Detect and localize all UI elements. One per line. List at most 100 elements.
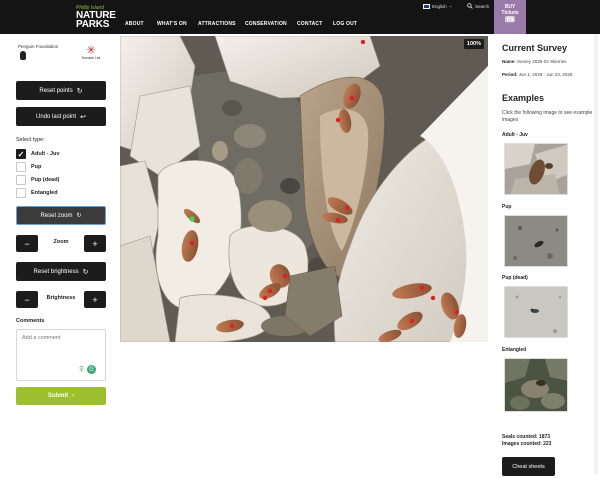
top-navigation-bar: Phillip Island NATURE PARKS ABOUT WHAT'S… bbox=[0, 0, 600, 34]
ticket-icon: 🎟 bbox=[504, 15, 516, 24]
zoom-level-badge: 100% bbox=[463, 39, 484, 49]
cheat-sheets-button[interactable]: Cheat sheets bbox=[502, 457, 555, 476]
type-label: Entangled bbox=[31, 190, 58, 196]
reset-brightness-label: Reset brightness bbox=[33, 268, 79, 275]
reset-points-label: Reset points bbox=[39, 87, 73, 94]
nav-link-log-out[interactable]: LOG OUT bbox=[333, 21, 357, 27]
examples-description: Click the following image to see example… bbox=[502, 110, 593, 123]
undo-last-point-button[interactable]: Undo last point ↩ bbox=[16, 107, 106, 126]
brightness-control: − Brightness + bbox=[16, 291, 106, 308]
reset-brightness-button[interactable]: Reset brightness ↻ bbox=[16, 262, 106, 281]
example-image-pup[interactable] bbox=[504, 215, 568, 267]
flag-icon bbox=[423, 3, 430, 9]
reset-icon: ↻ bbox=[82, 268, 89, 276]
seals-counted-value: 1873 bbox=[538, 434, 551, 440]
type-option-pup[interactable]: Pup bbox=[16, 162, 41, 172]
undo-label: Undo last point bbox=[36, 113, 77, 120]
undo-icon: ↩ bbox=[80, 113, 86, 121]
nav-link-about[interactable]: ABOUT bbox=[125, 21, 144, 27]
chevron-right-icon: › bbox=[72, 393, 75, 399]
example-label-adult-juv: Adult - Juv bbox=[502, 132, 528, 138]
survey-period: Period: Jun 1, 2026 - Jun 23, 2026 bbox=[502, 72, 572, 77]
penguin-foundation-label: Penguin Foundation bbox=[18, 44, 59, 49]
logo-line-3: PARKS bbox=[76, 19, 110, 30]
zoom-control: − Zoom + bbox=[16, 235, 106, 252]
checkbox[interactable] bbox=[16, 162, 26, 172]
example-thumbnail bbox=[505, 287, 567, 337]
reset-points-button[interactable]: Reset points ↻ bbox=[16, 81, 106, 100]
language-selector[interactable]: English ⌄ bbox=[423, 3, 453, 9]
reset-zoom-button[interactable]: Reset zoom ↻ bbox=[16, 206, 106, 225]
seals-counted-label: Seals counted: bbox=[502, 434, 538, 440]
language-label: English bbox=[432, 3, 447, 9]
example-thumbnail bbox=[505, 359, 567, 411]
brightness-up-button[interactable]: + bbox=[84, 291, 106, 308]
checkbox[interactable] bbox=[16, 188, 26, 198]
example-label-pup: Pup bbox=[502, 204, 512, 210]
zoom-out-button[interactable]: − bbox=[16, 235, 38, 252]
sponsor-logos: Penguin Foundation ✳ Monash Uni bbox=[18, 42, 113, 70]
example-label-entangled: Entangled bbox=[502, 347, 527, 353]
select-type-label: Select type: bbox=[16, 137, 45, 143]
type-option-adult-juv[interactable]: ✓ Adult - Juv bbox=[16, 149, 59, 159]
location-pin-icon: ⚲ bbox=[79, 366, 85, 373]
examples-title: Examples bbox=[502, 93, 545, 103]
survey-period-label: Period: bbox=[502, 72, 518, 77]
survey-name-value: Survey 2026-02 Skerries bbox=[517, 59, 567, 64]
survey-info-panel: Current Survey Name: Survey 2026-02 Sker… bbox=[500, 34, 600, 478]
brightness-label: Brightness bbox=[46, 295, 76, 301]
page-scrollbar[interactable] bbox=[594, 34, 598, 474]
nav-link-attractions[interactable]: ATTRACTIONS bbox=[198, 21, 236, 27]
type-option-entangled[interactable]: Entangled bbox=[16, 188, 58, 198]
submit-button[interactable]: Submit › bbox=[16, 387, 106, 405]
example-image-entangled[interactable] bbox=[504, 358, 568, 412]
example-image-pup-dead[interactable] bbox=[504, 286, 568, 338]
example-label-pup-dead: Pup (dead) bbox=[502, 275, 528, 281]
type-label: Adult - Juv bbox=[31, 151, 60, 157]
survey-period-value: Jun 1, 2026 - Jun 23, 2026 bbox=[518, 72, 573, 77]
checkbox[interactable] bbox=[16, 175, 26, 185]
reset-icon: ↻ bbox=[76, 213, 82, 219]
images-counted-value: 223 bbox=[543, 441, 552, 447]
images-counted: Images counted: 223 bbox=[502, 441, 551, 448]
comments-label: Comments bbox=[16, 318, 45, 324]
active-point-marker bbox=[189, 216, 195, 222]
monash-label: Monash Uni bbox=[81, 56, 101, 60]
checkbox-checked-icon[interactable]: ✓ bbox=[16, 149, 26, 159]
reset-icon: ↻ bbox=[76, 87, 83, 95]
chevron-down-icon: ⌄ bbox=[448, 3, 453, 8]
example-image-adult-juv[interactable] bbox=[504, 143, 568, 195]
submit-label: Submit bbox=[47, 393, 69, 399]
seal-colony-photo[interactable] bbox=[120, 36, 488, 342]
type-option-pup-dead[interactable]: Pup (dead) bbox=[16, 175, 59, 185]
grammarly-icon[interactable]: G bbox=[87, 365, 96, 374]
current-survey-title: Current Survey bbox=[502, 43, 568, 53]
buy-tickets-button[interactable]: BUY Tickets 🎟 bbox=[494, 0, 526, 34]
survey-name: Name: Survey 2026-02 Skerries bbox=[502, 59, 567, 64]
survey-name-label: Name: bbox=[502, 59, 516, 64]
nav-link-conservation[interactable]: CONSERVATION bbox=[245, 21, 287, 27]
penguin-foundation-logo: Penguin Foundation bbox=[18, 44, 58, 60]
control-panel: Penguin Foundation ✳ Monash Uni Reset po… bbox=[0, 34, 118, 478]
monash-logo: ✳ Monash Uni bbox=[76, 44, 106, 60]
nav-link-whats-on[interactable]: WHAT'S ON bbox=[157, 21, 187, 27]
nav-link-contact[interactable]: CONTACT bbox=[297, 21, 322, 27]
search-icon bbox=[467, 3, 473, 9]
reset-zoom-label: Reset zoom bbox=[40, 212, 73, 219]
count-stats: Seals counted: 1873 Images counted: 223 bbox=[502, 434, 551, 448]
seals-counted: Seals counted: 1873 bbox=[502, 434, 551, 441]
example-thumbnail bbox=[505, 144, 567, 194]
type-label: Pup (dead) bbox=[31, 177, 60, 183]
monash-star-icon: ✳ bbox=[85, 43, 97, 57]
example-thumbnail bbox=[505, 216, 567, 266]
nature-parks-logo[interactable]: Phillip Island NATURE PARKS bbox=[76, 5, 118, 31]
penguin-icon bbox=[20, 51, 26, 60]
search-label: Search bbox=[475, 3, 490, 9]
brightness-down-button[interactable]: − bbox=[16, 291, 38, 308]
zoom-label: Zoom bbox=[53, 239, 69, 245]
type-label: Pup bbox=[31, 164, 42, 170]
survey-image-canvas[interactable]: 100% bbox=[120, 36, 488, 342]
zoom-in-button[interactable]: + bbox=[84, 235, 106, 252]
images-counted-label: Images counted: bbox=[502, 441, 542, 447]
search-button[interactable]: Search bbox=[467, 3, 489, 9]
